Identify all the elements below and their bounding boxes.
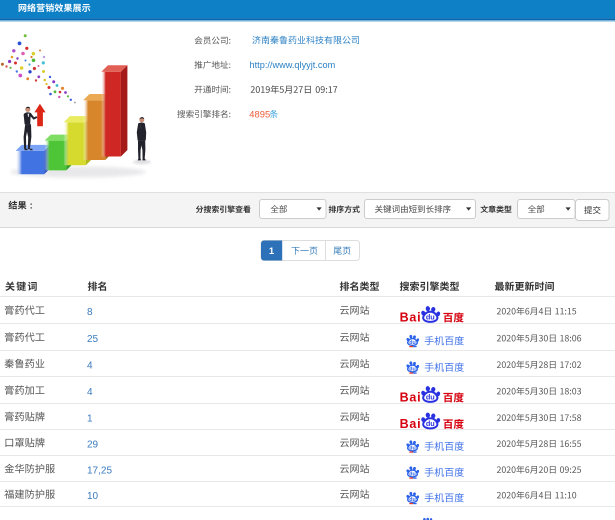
svg-text:du: du — [409, 366, 415, 372]
svg-text:29: 29 — [87, 439, 99, 450]
svg-text:Bai: Bai — [400, 391, 422, 405]
svg-text:25: 25 — [87, 334, 99, 345]
svg-text:Bai: Bai — [400, 311, 422, 325]
svg-text:du: du — [409, 340, 415, 346]
svg-text:4: 4 — [87, 387, 93, 398]
svg-text:du: du — [426, 313, 435, 322]
svg-text:17,25: 17,25 — [87, 465, 112, 476]
svg-text::: : — [30, 200, 33, 210]
svg-text:4895: 4895 — [249, 108, 270, 119]
svg-text:du: du — [409, 497, 415, 503]
svg-text:4: 4 — [87, 360, 93, 371]
svg-text:du: du — [409, 445, 415, 451]
svg-text:Bai: Bai — [400, 417, 422, 431]
svg-text:1: 1 — [87, 413, 93, 424]
svg-text:10: 10 — [87, 491, 99, 502]
svg-text:http://www.qlyyjt.com: http://www.qlyyjt.com — [250, 60, 336, 70]
svg-text:du: du — [409, 471, 415, 477]
svg-text:8: 8 — [87, 307, 93, 318]
svg-text:du: du — [426, 393, 435, 402]
svg-text:du: du — [426, 419, 435, 428]
svg-text:1: 1 — [269, 246, 275, 257]
